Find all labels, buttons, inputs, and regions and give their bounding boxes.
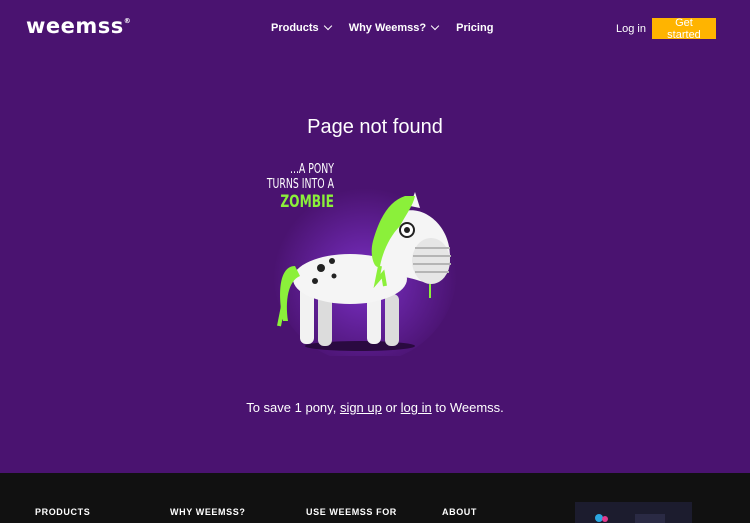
caption-line-2: TURNS INTO A <box>266 177 334 192</box>
nav-why-label: Why Weemss? <box>348 22 427 34</box>
footer-about[interactable]: ABOUT <box>442 507 477 517</box>
footer-products[interactable]: PRODUCTS <box>35 507 90 517</box>
footer-why-weemss[interactable]: WHY WEEMSS? <box>170 507 245 517</box>
log-in-link[interactable]: log in <box>401 400 432 415</box>
nav-pricing-label: Pricing <box>456 22 494 34</box>
login-link[interactable]: Log in <box>616 23 646 35</box>
chevron-down-icon <box>430 21 440 31</box>
caption-zombie: ZOMBIE <box>280 192 334 212</box>
footer-use-weemss-for[interactable]: USE WEEMSS FOR <box>306 507 397 517</box>
message-prefix: To save 1 pony, <box>246 400 337 415</box>
site-header: weemss® Products Why Weemss? Pricing Log… <box>0 0 750 58</box>
message-suffix: to Weemss. <box>435 400 504 415</box>
nav-products[interactable]: Products <box>271 21 332 34</box>
nav-why-weemss[interactable]: Why Weemss? <box>348 21 440 34</box>
logo-text: weemss <box>26 14 124 38</box>
footer-video-thumbnail[interactable] <box>575 502 692 523</box>
chevron-down-icon <box>323 21 332 31</box>
page-title: Page not found <box>307 116 443 138</box>
video-thumbnail-image <box>575 502 692 523</box>
illustration-caption: ...A PONY TURNS INTO A ZOMBIE <box>262 162 334 212</box>
main-nav: Products Why Weemss? Pricing <box>271 21 493 34</box>
nav-products-label: Products <box>271 22 319 34</box>
site-footer: PRODUCTS WHY WEEMSS? USE WEEMSS FOR ABOU… <box>0 473 750 523</box>
nav-pricing[interactable]: Pricing <box>456 22 493 34</box>
sign-up-link[interactable]: sign up <box>340 400 382 415</box>
weemss-logo[interactable]: weemss® <box>26 14 131 38</box>
message-middle: or <box>385 400 398 415</box>
save-pony-message: To save 1 pony, sign up or log in to Wee… <box>0 400 750 415</box>
get-started-button[interactable]: Get started <box>652 17 716 41</box>
registered-mark: ® <box>123 17 132 25</box>
caption-line-1: ...A PONY <box>290 162 334 177</box>
